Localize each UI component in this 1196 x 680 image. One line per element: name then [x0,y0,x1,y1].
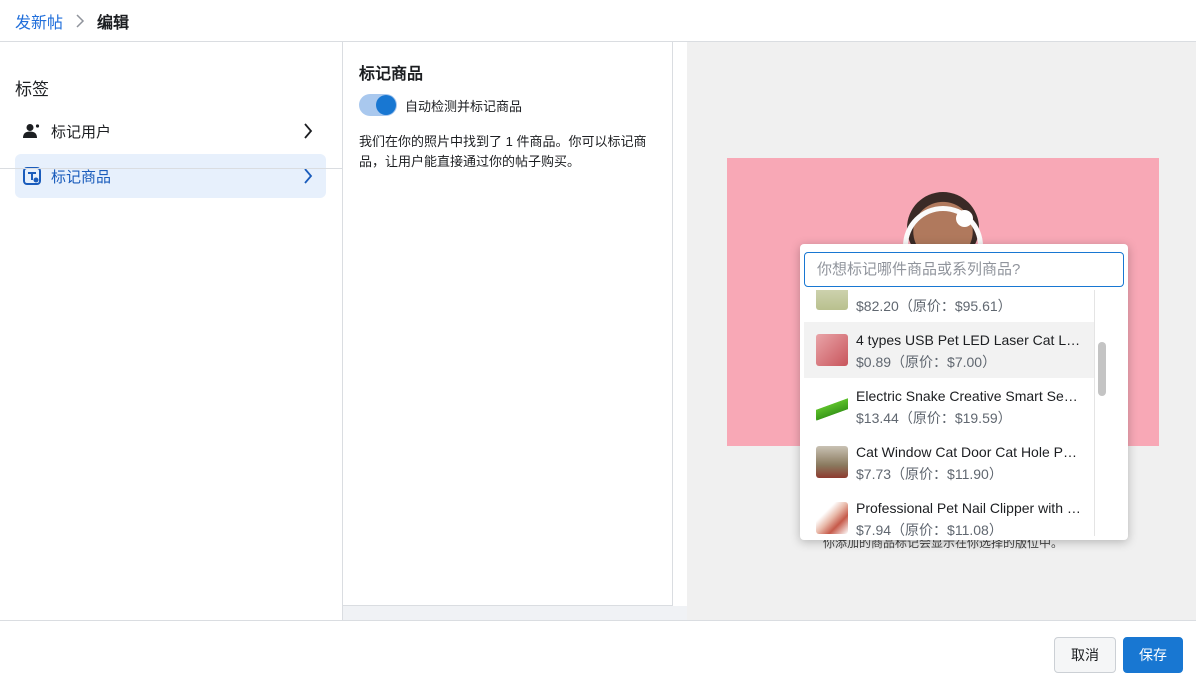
product-name: Professional Pet Nail Clipper with LED [856,500,1084,516]
product-thumbnail [816,502,848,534]
breadcrumb-current: 编辑 [97,14,130,32]
product-item[interactable]: Electric Snake Creative Smart Sensing To… [804,378,1094,434]
product-search-popover: $82.20（原价：$95.61） 4 types USB Pet LED La… [800,244,1128,540]
scrollbar-track[interactable] [1094,290,1108,536]
product-tag-dot[interactable] [956,210,973,227]
divider [0,168,343,169]
scrollbar-thumb[interactable] [1098,342,1106,396]
product-search-input[interactable] [804,252,1124,287]
sidebar-item-tag-users[interactable]: 标记用户 [15,109,326,153]
product-item[interactable]: Professional Pet Nail Clipper with LED $… [804,490,1094,536]
product-name: Electric Snake Creative Smart Sensing To… [856,388,1084,404]
product-price: $82.20（原价：$95.61） [856,298,1012,314]
sidebar-item-label: 标记用户 [51,123,112,141]
product-price: $7.94（原价：$11.08） [856,522,1003,536]
breadcrumb-parent-link[interactable]: 发新帖 [15,9,63,33]
auto-detect-toggle[interactable] [359,94,397,116]
tag-product-icon [23,167,41,185]
product-thumbnail [816,290,848,310]
product-price: $13.44（原价：$19.59） [856,410,1012,426]
product-list: $82.20（原价：$95.61） 4 types USB Pet LED La… [804,290,1108,536]
cancel-button[interactable]: 取消 [1054,637,1116,673]
breadcrumb: 发新帖 编辑 [0,0,1196,42]
save-button[interactable]: 保存 [1123,637,1183,673]
sidebar: 标签 标记用户 标记商品 [0,42,343,620]
sidebar-item-tag-products[interactable]: 标记商品 [15,154,326,198]
panel-bottom-strip [343,606,687,620]
auto-detect-label: 自动检测并标记商品 [405,98,523,114]
product-thumbnail [816,446,848,478]
chevron-right-icon [75,13,85,28]
product-price: $7.73（原价：$11.90） [856,466,1003,482]
product-price: $0.89（原价：$7.00） [856,354,997,370]
panel-description: 我们在你的照片中找到了 1 件商品。你可以标记商品，让用户能直接通过你的帖子购买… [359,134,647,169]
chevron-right-icon [298,166,318,186]
panel-title: 标记商品 [359,66,424,83]
product-name: 4 types USB Pet LED Laser Cat Laser Toy [856,332,1084,348]
product-item[interactable]: Cat Window Cat Door Cat Hole Pet Door $7… [804,434,1094,490]
toggle-knob [376,95,396,115]
chevron-right-icon [298,121,318,141]
product-item[interactable]: 4 types USB Pet LED Laser Cat Laser Toy … [804,322,1094,378]
product-item[interactable]: $82.20（原价：$95.61） [804,290,1094,322]
tag-user-icon [23,122,41,140]
tag-products-panel: 标记商品 自动检测并标记商品 我们在你的照片中找到了 1 件商品。你可以标记商品… [343,42,673,606]
product-name: Cat Window Cat Door Cat Hole Pet Door [856,444,1084,460]
auto-detect-row: 自动检测并标记商品 [359,94,522,116]
footer-divider [0,620,1196,621]
product-thumbnail [816,390,848,422]
sidebar-title: 标签 [15,80,49,99]
product-thumbnail [816,334,848,366]
